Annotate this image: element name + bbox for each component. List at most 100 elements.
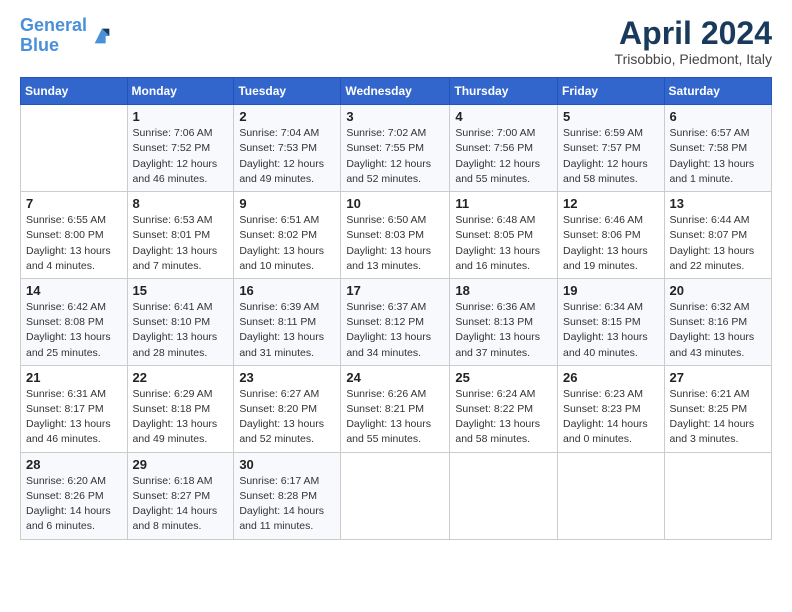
table-row [21, 105, 128, 192]
table-row: 25Sunrise: 6:24 AMSunset: 8:22 PMDayligh… [450, 365, 558, 452]
day-info: Sunrise: 6:20 AMSunset: 8:26 PMDaylight:… [26, 474, 122, 535]
table-row: 24 Sunrise: 6:26 AMSunset: 8:21 PMDayligh… [341, 365, 450, 452]
table-row: 22 Sunrise: 6:29 AMSunset: 8:18 PMDayligh… [127, 365, 234, 452]
col-sunday: Sunday [21, 78, 128, 105]
table-row: 26 Sunrise: 6:23 AMSunset: 8:23 PMDayligh… [558, 365, 665, 452]
day-number: 10 [346, 196, 444, 211]
col-tuesday: Tuesday [234, 78, 341, 105]
logo-general: General [20, 15, 87, 35]
day-number: 6 [670, 109, 766, 124]
table-row: 19Sunrise: 6:34 AMSunset: 8:15 PMDayligh… [558, 278, 665, 365]
day-info: Sunrise: 6:37 AMSunset: 8:12 PMDaylight:… [346, 300, 444, 361]
table-row: 7Sunrise: 6:55 AMSunset: 8:00 PMDaylight… [21, 192, 128, 279]
day-number: 15 [133, 283, 229, 298]
table-row: 10 Sunrise: 6:50 AMSunset: 8:03 PMDayligh… [341, 192, 450, 279]
day-info: Sunrise: 7:00 AMSunset: 7:56 PMDaylight:… [455, 126, 552, 187]
day-number: 19 [563, 283, 659, 298]
col-friday: Friday [558, 78, 665, 105]
day-number: 3 [346, 109, 444, 124]
day-info: Sunrise: 6:18 AMSunset: 8:27 PMDaylight:… [133, 474, 229, 535]
day-info: Sunrise: 6:26 AMSunset: 8:21 PMDaylight:… [346, 387, 444, 448]
day-number: 29 [133, 457, 229, 472]
day-info: Sunrise: 6:44 AMSunset: 8:07 PMDaylight:… [670, 213, 766, 274]
day-info: Sunrise: 6:36 AMSunset: 8:13 PMDaylight:… [455, 300, 552, 361]
day-info: Sunrise: 6:21 AMSunset: 8:25 PMDaylight:… [670, 387, 766, 448]
table-row: 28 Sunrise: 6:20 AMSunset: 8:26 PMDayligh… [21, 452, 128, 539]
day-info: Sunrise: 6:31 AMSunset: 8:17 PMDaylight:… [26, 387, 122, 448]
day-info: Sunrise: 6:51 AMSunset: 8:02 PMDaylight:… [239, 213, 335, 274]
day-info: Sunrise: 6:29 AMSunset: 8:18 PMDaylight:… [133, 387, 229, 448]
day-info: Sunrise: 6:41 AMSunset: 8:10 PMDaylight:… [133, 300, 229, 361]
day-info: Sunrise: 6:32 AMSunset: 8:16 PMDaylight:… [670, 300, 766, 361]
day-number: 28 [26, 457, 122, 472]
page: General Blue April 2024 Trisobbio, Piedm… [0, 0, 792, 556]
table-row: 15 Sunrise: 6:41 AMSunset: 8:10 PMDayligh… [127, 278, 234, 365]
day-number: 14 [26, 283, 122, 298]
day-info: Sunrise: 6:53 AMSunset: 8:01 PMDaylight:… [133, 213, 229, 274]
calendar-header-row: Sunday Monday Tuesday Wednesday Thursday… [21, 78, 772, 105]
day-info: Sunrise: 7:04 AMSunset: 7:53 PMDaylight:… [239, 126, 335, 187]
day-info: Sunrise: 6:23 AMSunset: 8:23 PMDaylight:… [563, 387, 659, 448]
table-row [341, 452, 450, 539]
day-number: 17 [346, 283, 444, 298]
table-row: 1 Sunrise: 7:06 AMSunset: 7:52 PMDaylight… [127, 105, 234, 192]
table-row: 21Sunrise: 6:31 AMSunset: 8:17 PMDayligh… [21, 365, 128, 452]
logo: General Blue [20, 16, 113, 56]
table-row: 17 Sunrise: 6:37 AMSunset: 8:12 PMDayligh… [341, 278, 450, 365]
table-row: 12 Sunrise: 6:46 AMSunset: 8:06 PMDayligh… [558, 192, 665, 279]
table-row: 29 Sunrise: 6:18 AMSunset: 8:27 PMDayligh… [127, 452, 234, 539]
day-number: 12 [563, 196, 659, 211]
day-number: 13 [670, 196, 766, 211]
day-info: Sunrise: 6:48 AMSunset: 8:05 PMDaylight:… [455, 213, 552, 274]
calendar-week-row: 21Sunrise: 6:31 AMSunset: 8:17 PMDayligh… [21, 365, 772, 452]
day-number: 24 [346, 370, 444, 385]
calendar-week-row: 7Sunrise: 6:55 AMSunset: 8:00 PMDaylight… [21, 192, 772, 279]
logo-blue: Blue [20, 35, 59, 55]
col-monday: Monday [127, 78, 234, 105]
table-row: 2 Sunrise: 7:04 AMSunset: 7:53 PMDaylight… [234, 105, 341, 192]
day-number: 11 [455, 196, 552, 211]
month-title: April 2024 [615, 16, 772, 51]
day-info: Sunrise: 6:27 AMSunset: 8:20 PMDaylight:… [239, 387, 335, 448]
day-info: Sunrise: 6:24 AMSunset: 8:22 PMDaylight:… [455, 387, 552, 448]
day-info: Sunrise: 6:57 AMSunset: 7:58 PMDaylight:… [670, 126, 766, 187]
day-info: Sunrise: 6:39 AMSunset: 8:11 PMDaylight:… [239, 300, 335, 361]
table-row: 30 Sunrise: 6:17 AMSunset: 8:28 PMDayligh… [234, 452, 341, 539]
day-number: 30 [239, 457, 335, 472]
day-number: 16 [239, 283, 335, 298]
table-row: 27Sunrise: 6:21 AMSunset: 8:25 PMDayligh… [664, 365, 771, 452]
calendar-table: Sunday Monday Tuesday Wednesday Thursday… [20, 77, 772, 539]
calendar-week-row: 28 Sunrise: 6:20 AMSunset: 8:26 PMDayligh… [21, 452, 772, 539]
day-info: Sunrise: 6:55 AMSunset: 8:00 PMDaylight:… [26, 213, 122, 274]
day-number: 26 [563, 370, 659, 385]
title-block: April 2024 Trisobbio, Piedmont, Italy [615, 16, 772, 67]
table-row: 18 Sunrise: 6:36 AMSunset: 8:13 PMDayligh… [450, 278, 558, 365]
day-number: 18 [455, 283, 552, 298]
day-info: Sunrise: 6:50 AMSunset: 8:03 PMDaylight:… [346, 213, 444, 274]
table-row: 13 Sunrise: 6:44 AMSunset: 8:07 PMDayligh… [664, 192, 771, 279]
table-row [450, 452, 558, 539]
day-info: Sunrise: 6:46 AMSunset: 8:06 PMDaylight:… [563, 213, 659, 274]
table-row [664, 452, 771, 539]
day-number: 22 [133, 370, 229, 385]
day-number: 2 [239, 109, 335, 124]
day-info: Sunrise: 7:06 AMSunset: 7:52 PMDaylight:… [133, 126, 229, 187]
table-row: 4Sunrise: 7:00 AMSunset: 7:56 PMDaylight… [450, 105, 558, 192]
table-row: 11 Sunrise: 6:48 AMSunset: 8:05 PMDayligh… [450, 192, 558, 279]
day-number: 1 [133, 109, 229, 124]
logo-icon [91, 25, 113, 47]
col-wednesday: Wednesday [341, 78, 450, 105]
day-number: 23 [239, 370, 335, 385]
calendar-week-row: 14Sunrise: 6:42 AMSunset: 8:08 PMDayligh… [21, 278, 772, 365]
table-row: 5Sunrise: 6:59 AMSunset: 7:57 PMDaylight… [558, 105, 665, 192]
day-info: Sunrise: 6:17 AMSunset: 8:28 PMDaylight:… [239, 474, 335, 535]
day-number: 20 [670, 283, 766, 298]
location: Trisobbio, Piedmont, Italy [615, 51, 772, 67]
day-number: 8 [133, 196, 229, 211]
day-number: 5 [563, 109, 659, 124]
table-row: 3Sunrise: 7:02 AMSunset: 7:55 PMDaylight… [341, 105, 450, 192]
table-row: 14Sunrise: 6:42 AMSunset: 8:08 PMDayligh… [21, 278, 128, 365]
table-row [558, 452, 665, 539]
table-row: 20 Sunrise: 6:32 AMSunset: 8:16 PMDayligh… [664, 278, 771, 365]
table-row: 23 Sunrise: 6:27 AMSunset: 8:20 PMDayligh… [234, 365, 341, 452]
